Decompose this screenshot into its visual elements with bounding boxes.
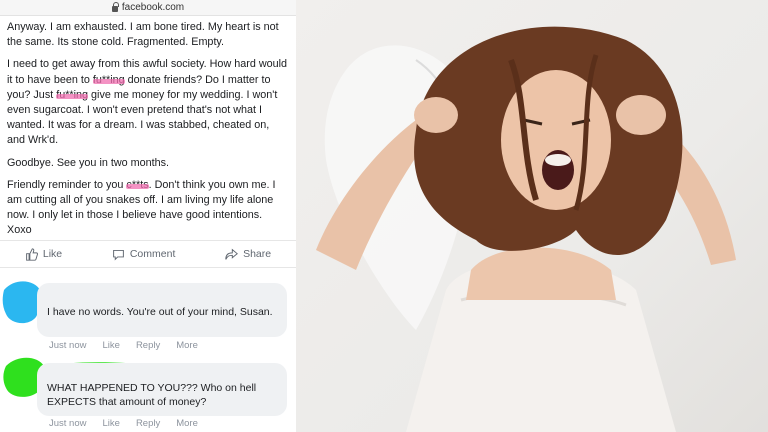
- share-button[interactable]: Share: [225, 248, 271, 261]
- post-paragraph: I need to get away from this awful socie…: [7, 58, 288, 147]
- post-action-bar: Like Comment Share: [0, 240, 296, 268]
- facebook-screenshot-panel: facebook.com Anyway. I am exhausted. I a…: [0, 0, 296, 432]
- post-paragraph: Goodbye. See you in two months.: [7, 156, 170, 169]
- comment-bubble-icon: [112, 249, 124, 261]
- censored-word: fu**ing: [92, 73, 125, 86]
- comment-more-link[interactable]: More: [176, 418, 198, 429]
- comment-label: Comment: [129, 248, 176, 260]
- censored-word: c**ts: [126, 178, 149, 191]
- address-bar[interactable]: facebook.com: [0, 0, 296, 16]
- share-label: Share: [243, 248, 272, 260]
- comment-text: WHAT HAPPENED TO YOU??? Who on hell EXPE…: [47, 382, 257, 408]
- comment-like-link[interactable]: Like: [103, 340, 120, 351]
- like-button[interactable]: Like: [25, 247, 63, 261]
- share-arrow-icon: [225, 248, 239, 260]
- comment-reply-link[interactable]: Reply: [136, 418, 160, 429]
- bride-illustration: [316, 26, 736, 432]
- comment-text: I have no words. You're out of your mind…: [47, 306, 273, 318]
- url-text: facebook.com: [121, 2, 185, 13]
- comment-like-link[interactable]: Like: [103, 418, 120, 429]
- comment-bubble: I have no words. You're out of your mind…: [37, 283, 287, 337]
- lock-icon: [111, 1, 119, 12]
- comment-meta: Just now Like Reply More: [49, 340, 198, 351]
- post-body: Anyway. I am exhausted. I am bone tired.…: [7, 20, 289, 246]
- comment-meta: Just now Like Reply More: [49, 418, 198, 429]
- comment-reply-link[interactable]: Reply: [136, 340, 160, 351]
- thumbs-up-icon: [25, 247, 38, 261]
- post-paragraph: Friendly reminder to you c**ts. Don't th…: [7, 178, 276, 237]
- comment-more-link[interactable]: More: [176, 340, 198, 351]
- comment-timestamp: Just now: [49, 418, 87, 429]
- like-label: Like: [42, 248, 63, 260]
- comment-button[interactable]: Comment: [112, 248, 176, 261]
- post-paragraph: Anyway. I am exhausted. I am bone tired.…: [7, 21, 279, 49]
- comment-bubble: WHAT HAPPENED TO YOU??? Who on hell EXPE…: [37, 363, 287, 416]
- censored-word: fu**ing: [56, 88, 89, 101]
- comment-timestamp: Just now: [49, 340, 87, 351]
- bride-photo: [296, 0, 768, 432]
